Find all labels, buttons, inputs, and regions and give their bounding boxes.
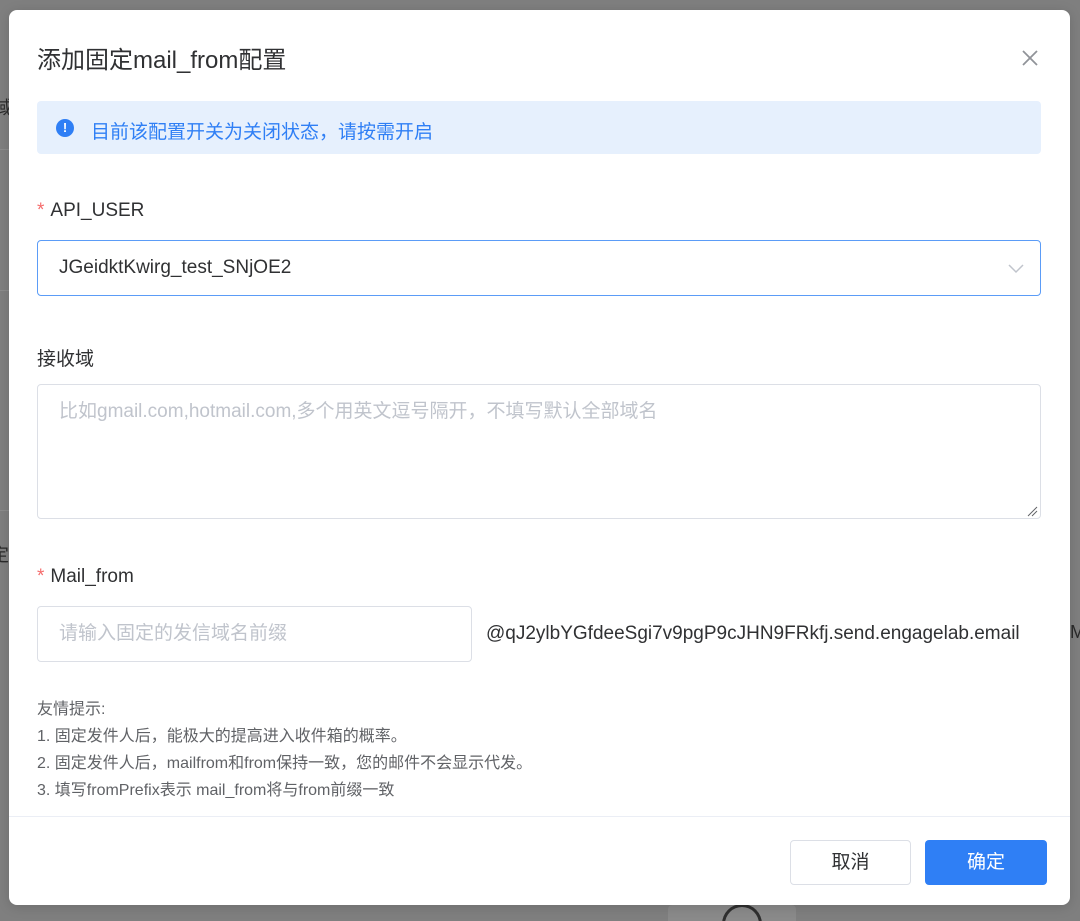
close-icon[interactable] [1017, 45, 1043, 71]
mail-from-config-dialog: 添加固定mail_from配置 ! 目前该配置开关为关闭状态，请按需开启 * AP… [9, 10, 1070, 905]
background-divider [0, 510, 9, 511]
chevron-down-icon [1007, 261, 1025, 275]
required-mark: * [37, 566, 45, 587]
mail-from-label-text: Mail_from [50, 566, 134, 587]
api-user-label-text: API_USER [50, 200, 145, 221]
dialog-title: 添加固定mail_from配置 [37, 47, 287, 74]
receive-domain-textarea[interactable] [38, 385, 1040, 518]
required-mark: * [37, 200, 45, 221]
receive-domain-label: 接收域 [37, 349, 95, 370]
footer-divider [9, 816, 1070, 817]
confirm-button[interactable]: 确定 [925, 840, 1047, 885]
tips-line: 1. 固定发件人后，能极大的提高进入收件箱的概率。 [37, 728, 407, 745]
tips-line: 2. 固定发件人后，mailfrom和from保持一致，您的邮件不会显示代发。 [37, 755, 533, 772]
tips-line: 3. 填写fromPrefix表示 mail_from将与from前缀一致 [37, 782, 395, 799]
alert-message: 目前该配置开关为关闭状态，请按需开启 [91, 122, 434, 143]
api-user-label: * API_USER [37, 200, 144, 222]
mail-from-prefix-input[interactable] [38, 607, 471, 661]
mail-from-domain-suffix: @qJ2ylbYGfdeeSgi7v9pgP9cJHN9FRkfj.send.e… [486, 623, 1020, 644]
cancel-button[interactable]: 取消 [790, 840, 911, 885]
tips-heading: 友情提示: [37, 701, 106, 718]
api-user-select[interactable]: JGeidktKwirg_test_SNjOE2 [37, 240, 1041, 296]
status-alert: ! 目前该配置开关为关闭状态，请按需开启 [37, 101, 1041, 154]
receive-domain-textarea-wrapper [37, 384, 1041, 519]
info-circle-icon: ! [56, 119, 74, 137]
api-user-selected-value: JGeidktKwirg_test_SNjOE2 [59, 257, 292, 278]
tips-block: 友情提示: 1. 固定发件人后，能极大的提高进入收件箱的概率。 2. 固定发件人… [37, 696, 532, 804]
background-text-fragment: 定 [0, 541, 9, 567]
background-text-fragment: Ma [1070, 622, 1080, 642]
background-divider [0, 149, 9, 150]
mail-from-input-wrapper [37, 606, 472, 662]
mail-from-label: * Mail_from [37, 566, 134, 588]
background-divider [0, 290, 9, 291]
resize-handle-icon[interactable] [1026, 504, 1038, 517]
